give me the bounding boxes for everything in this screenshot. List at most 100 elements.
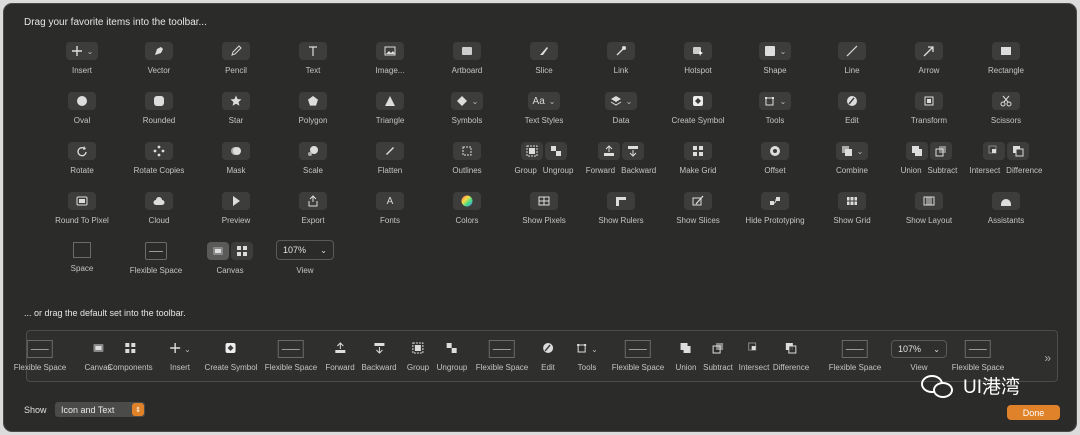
item-button[interactable]: [299, 42, 327, 60]
group-button[interactable]: [521, 142, 543, 160]
default-item-flexible-space[interactable]: Flexible Space: [476, 339, 528, 372]
item-button[interactable]: [299, 142, 327, 160]
forward-button[interactable]: [598, 142, 620, 160]
canvas-icon: [212, 245, 224, 257]
toolbar-item-intersect[interactable]: Intersect Difference: [961, 142, 1051, 175]
item-button[interactable]: [145, 192, 173, 210]
default-item-subtract[interactable]: Subtract: [703, 339, 733, 372]
square-icon: [764, 45, 776, 57]
item-button[interactable]: [838, 42, 866, 60]
zoom-view-select[interactable]: 107% ⌄: [891, 340, 947, 358]
item-button[interactable]: [684, 142, 712, 160]
item-button[interactable]: ⌄: [758, 42, 792, 60]
item-button[interactable]: ⌄: [65, 42, 99, 60]
triangle-icon: [384, 95, 396, 107]
item-button[interactable]: [145, 42, 173, 60]
item-button[interactable]: [453, 192, 481, 210]
item-button[interactable]: [992, 42, 1020, 60]
toolbar-item-assistants[interactable]: Assistants: [961, 192, 1051, 225]
intersect-button[interactable]: [983, 142, 1005, 160]
ungroup-button[interactable]: [545, 142, 567, 160]
backward-button[interactable]: [622, 142, 644, 160]
item-button[interactable]: ⌄: [758, 92, 792, 110]
item-button[interactable]: Aa ⌄: [527, 92, 561, 110]
zoom-view-select[interactable]: 107% ⌄: [276, 240, 334, 260]
item-button[interactable]: [684, 92, 712, 110]
item-button[interactable]: [68, 142, 96, 160]
item-button[interactable]: [145, 142, 173, 160]
toolbar-item-scissors[interactable]: Scissors: [961, 92, 1051, 125]
toolbar-item-rectangle[interactable]: Rectangle: [961, 42, 1051, 75]
item-button[interactable]: [992, 192, 1020, 210]
canvas-button-pair: [207, 242, 253, 260]
default-toolbar-set[interactable]: » Flexible Space Canvas Components ⌄ Insert C…: [14, 330, 1058, 382]
item-button[interactable]: [299, 192, 327, 210]
show-select[interactable]: Icon and Text ⇕: [55, 402, 145, 417]
item-button[interactable]: [915, 42, 943, 60]
item-button[interactable]: [376, 92, 404, 110]
done-button[interactable]: Done: [1007, 405, 1060, 420]
default-item-group[interactable]: Group: [407, 339, 429, 372]
default-item-flexible-space[interactable]: Flexible Space: [14, 339, 66, 372]
default-item-edit[interactable]: Edit: [541, 339, 555, 372]
item-button[interactable]: ⌄: [835, 142, 869, 160]
item-button[interactable]: [453, 142, 481, 160]
default-item-tools[interactable]: ⌄ Tools: [576, 339, 598, 372]
backward-icon: [627, 145, 639, 157]
item-button[interactable]: [530, 192, 558, 210]
default-item-union[interactable]: Union: [676, 339, 696, 372]
difference-button[interactable]: [1007, 142, 1029, 160]
item-button[interactable]: [68, 92, 96, 110]
item-button[interactable]: [530, 42, 558, 60]
item-button[interactable]: [992, 92, 1020, 110]
item-button[interactable]: [453, 42, 481, 60]
default-item-flexible-space[interactable]: Flexible Space: [829, 339, 881, 372]
pen-icon: [153, 45, 165, 57]
item-button[interactable]: A: [376, 192, 404, 210]
item-button[interactable]: [761, 142, 789, 160]
item-button[interactable]: [607, 192, 635, 210]
image-icon: [384, 45, 396, 57]
item-button[interactable]: [915, 192, 943, 210]
item-button[interactable]: [68, 192, 96, 210]
item-button[interactable]: [684, 192, 712, 210]
default-item-create-symbol[interactable]: Create Symbol: [205, 339, 257, 372]
item-button[interactable]: [299, 92, 327, 110]
components-icon: [124, 342, 136, 357]
item-button[interactable]: [838, 192, 866, 210]
item-button[interactable]: [915, 92, 943, 110]
item-button[interactable]: [222, 192, 250, 210]
default-item-icon-wrap: [785, 339, 797, 359]
default-item-view[interactable]: 107% ⌄ View: [891, 339, 947, 372]
item-button[interactable]: [838, 92, 866, 110]
item-button[interactable]: [376, 142, 404, 160]
item-button[interactable]: [376, 42, 404, 60]
item-button[interactable]: [222, 42, 250, 60]
item-button[interactable]: [684, 42, 712, 60]
toolbar-item-view[interactable]: 107% ⌄ View: [260, 240, 350, 275]
default-item-flexible-space[interactable]: Flexible Space: [952, 339, 1004, 372]
item-button[interactable]: [607, 42, 635, 60]
item-button[interactable]: [222, 142, 250, 160]
subtract-button[interactable]: [930, 142, 952, 160]
components-button[interactable]: [231, 242, 253, 260]
default-item-intersect[interactable]: Intersect: [739, 339, 769, 372]
default-item-insert[interactable]: ⌄ Insert: [169, 339, 191, 372]
item-button[interactable]: [145, 92, 173, 110]
item-button[interactable]: [761, 192, 789, 210]
default-item-flexible-space[interactable]: Flexible Space: [265, 339, 317, 372]
default-item-ungroup[interactable]: Ungroup: [437, 339, 467, 372]
default-item-components[interactable]: Components: [107, 339, 153, 372]
default-item-icon-wrap: [964, 339, 991, 359]
item-button[interactable]: [222, 92, 250, 110]
default-item-difference[interactable]: Difference: [773, 339, 809, 372]
union-button[interactable]: [906, 142, 928, 160]
default-item-forward[interactable]: Forward: [325, 339, 355, 372]
item-label: Group: [514, 166, 537, 175]
default-item-backward[interactable]: Backward: [361, 339, 397, 372]
canvas-button[interactable]: [207, 242, 229, 260]
default-item-flexible-space[interactable]: Flexible Space: [612, 339, 664, 372]
overflow-chevron-icon[interactable]: »: [1044, 351, 1051, 365]
item-button[interactable]: ⌄: [450, 92, 484, 110]
item-button[interactable]: ⌄: [604, 92, 638, 110]
